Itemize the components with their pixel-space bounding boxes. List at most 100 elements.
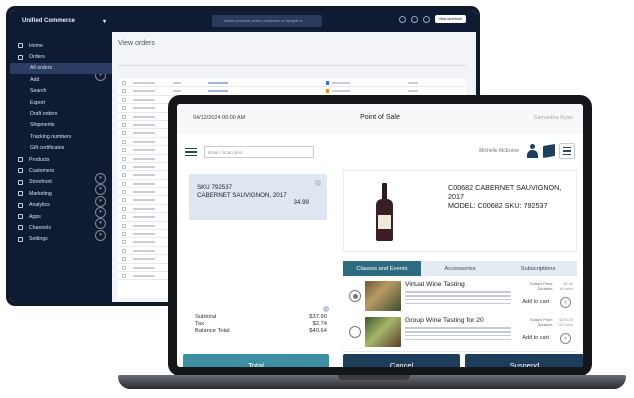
suspend-button[interactable]: Suspend — [465, 354, 583, 367]
sidebar-item-label: Orders — [29, 54, 45, 61]
row-checkbox[interactable] — [122, 215, 126, 220]
row-checkbox[interactable] — [122, 248, 126, 253]
row-checkbox[interactable] — [122, 198, 126, 203]
sidebar-item[interactable]: Analytics ▾ — [10, 199, 112, 230]
row-checkbox[interactable] — [122, 240, 126, 245]
chevron-right-icon[interactable]: › — [560, 333, 571, 344]
row-customer[interactable] — [208, 90, 228, 93]
scan-item-input[interactable]: Enter / Scan item — [204, 146, 314, 158]
row-checkbox[interactable] — [122, 190, 126, 195]
row-checkbox[interactable] — [122, 114, 126, 119]
customer-icon[interactable] — [527, 144, 538, 158]
tab-classes-events[interactable]: Classes and Events — [343, 261, 421, 276]
row-checkbox[interactable] — [122, 97, 126, 102]
sidebar-item[interactable]: Settings — [10, 234, 112, 245]
event-item[interactable]: Group Wine Tasting for 20 Today's Price:… — [343, 314, 577, 352]
row-checkbox[interactable] — [122, 148, 126, 153]
row-checkbox[interactable] — [122, 265, 126, 270]
sidebar-item[interactable]: Draft orders — [10, 108, 112, 119]
row-id — [173, 90, 181, 93]
help-icon[interactable] — [398, 15, 406, 23]
collapse-totals-icon[interactable]: – — [323, 306, 329, 312]
user-icon[interactable] — [422, 15, 430, 23]
bell-icon[interactable] — [410, 15, 418, 23]
pos-user: Samantha Ryan — [533, 115, 573, 121]
event-title: Group Wine Tasting for 20 — [405, 317, 484, 324]
sidebar-item[interactable]: Home — [10, 40, 112, 51]
row-checkbox[interactable] — [122, 223, 126, 228]
sidebar-item[interactable]: Export — [10, 97, 112, 108]
tab-accessories[interactable]: Accessories — [421, 261, 499, 276]
table-row[interactable] — [118, 79, 466, 88]
event-description — [405, 325, 511, 343]
hamburger-menu-icon[interactable] — [183, 144, 199, 160]
tab-subscriptions[interactable]: Subscriptions — [499, 261, 577, 276]
brand-menu[interactable]: Unified Commerce ▾ — [10, 18, 112, 25]
sidebar-item-label: Customers — [29, 167, 55, 174]
row-checkbox[interactable] — [122, 164, 126, 169]
add-to-cart-button[interactable]: Add to cart — [522, 335, 549, 341]
laptop-notch — [338, 375, 410, 380]
sidebar-item[interactable]: Marketing ▾ — [10, 188, 112, 219]
sidebar-item[interactable]: All orders — [10, 62, 112, 75]
sidebar-item[interactable]: Shipments — [10, 120, 112, 131]
event-item[interactable]: Virtual Wine Tasting Today's Price: Dura… — [343, 278, 577, 316]
event-meta-labels: Today's Price: Duration: — [529, 282, 553, 292]
event-radio[interactable] — [349, 326, 361, 338]
row-date — [133, 199, 155, 202]
row-checkbox[interactable] — [122, 106, 126, 111]
global-search-input[interactable]: Search products, orders, customers, or n… — [212, 15, 322, 27]
row-date — [133, 157, 155, 160]
customer-name[interactable]: Michelle McEnroe — [479, 148, 519, 154]
add-to-cart-button[interactable]: Add to cart — [522, 299, 549, 305]
row-checkbox[interactable] — [122, 232, 126, 237]
sidebar-item[interactable]: Channels — [10, 222, 112, 233]
row-date — [133, 123, 155, 126]
row-date — [133, 207, 155, 210]
event-thumbnail — [365, 281, 401, 311]
cart-item[interactable]: SKU 792537 CABERNET SAUVIGNON, 2017 34.9… — [189, 174, 327, 220]
row-id — [173, 82, 181, 84]
row-checkbox[interactable] — [122, 139, 126, 144]
row-checkbox[interactable] — [122, 131, 126, 136]
chevron-right-icon[interactable]: › — [560, 297, 571, 308]
sidebar-item[interactable]: Customers ▾ — [10, 165, 112, 196]
brand-name: Unified Commerce — [22, 17, 76, 24]
sidebar-item[interactable]: Orders ▾ — [10, 51, 112, 82]
pos-toolbar: Enter / Scan item Michelle McEnroe — [183, 140, 577, 164]
remove-item-icon[interactable]: – — [315, 180, 321, 186]
sidebar-item[interactable]: Tracking numbers — [10, 131, 112, 142]
order-tabs[interactable] — [118, 58, 466, 66]
sidebar-item-label: All orders — [30, 65, 52, 72]
sidebar-item[interactable]: Add — [10, 74, 112, 85]
sidebar-item[interactable]: Storefront ▾ — [10, 177, 112, 207]
row-checkbox[interactable] — [122, 257, 126, 262]
row-checkbox[interactable] — [122, 173, 126, 178]
row-checkbox[interactable] — [122, 81, 126, 85]
sidebar-item[interactable]: Gift certificates — [10, 143, 112, 154]
sidebar-item[interactable]: Search — [10, 86, 112, 97]
row-checkbox[interactable] — [122, 273, 126, 278]
cart-panel: SKU 792537 CABERNET SAUVIGNON, 2017 34.9… — [183, 170, 333, 348]
row-checkbox[interactable] — [122, 122, 126, 127]
row-customer[interactable] — [208, 82, 228, 84]
row-date — [133, 90, 155, 93]
row-date — [133, 249, 155, 252]
row-checkbox[interactable] — [122, 156, 126, 161]
row-checkbox[interactable] — [122, 206, 126, 211]
more-menu-icon[interactable] — [559, 143, 575, 159]
total-button[interactable]: Total — [183, 354, 329, 367]
row-checkbox[interactable] — [122, 181, 126, 186]
event-radio[interactable] — [349, 290, 361, 302]
page-title: View orders — [118, 40, 155, 47]
sidebar-item[interactable]: Products ▾ — [10, 154, 112, 184]
package-icon[interactable] — [543, 143, 555, 159]
sidebar-item-label: Add — [30, 76, 40, 83]
row-checkbox[interactable] — [122, 89, 126, 94]
balance-row: Balance Total $40.64 — [195, 328, 327, 335]
filter-row[interactable] — [118, 69, 466, 77]
view-storefront-button[interactable]: View storefront — [434, 15, 466, 23]
duration-label: Duration: — [537, 287, 553, 291]
cancel-button[interactable]: Cancel — [343, 354, 460, 367]
sidebar-item[interactable]: Apps ▾ — [10, 211, 112, 241]
